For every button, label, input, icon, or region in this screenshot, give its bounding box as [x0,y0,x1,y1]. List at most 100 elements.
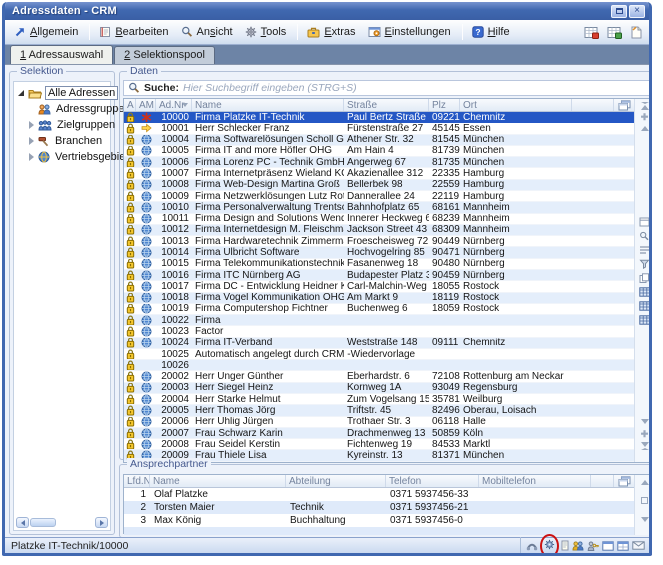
band-icon[interactable] [635,245,652,255]
column-chooser-icon[interactable] [618,476,631,487]
tree-item-alle-adressen[interactable]: Alle Adressen [15,85,109,101]
address-row-10016[interactable]: 10016Firma ITC Nürnberg AGBudapester Pla… [124,270,634,281]
header-col-adnr[interactable]: Ad.Nr [156,99,192,111]
find-icon[interactable] [635,231,652,241]
address-row-10012[interactable]: 10012Firma Internetdesign M. Fleischmann… [124,225,634,236]
contacts-header-column-chooser[interactable] [614,475,634,487]
address-row-20003[interactable]: 20003Herr Siegel HeinzKornweg 1A93049Reg… [124,383,634,394]
grid-view-icon[interactable] [635,315,652,325]
expand-icon[interactable] [27,121,35,129]
titlebar[interactable]: Adressdaten - CRM × [5,2,649,20]
column-chooser-icon[interactable] [618,100,631,111]
key-user-icon[interactable] [587,541,599,551]
notes-icon[interactable] [561,540,569,551]
contact-row-empty[interactable] [124,527,634,535]
scroll-marker-icon[interactable]: ✚ [635,113,652,121]
users-icon[interactable] [572,541,584,551]
grid-view-icon[interactable] [635,301,652,311]
address-row-20006[interactable]: 20006Herr Uhlig JürgenTrothaer Str. 3061… [124,417,634,428]
address-row-20008[interactable]: 20008Frau Seidel KerstinFichtenweg 19845… [124,439,634,450]
filter-icon[interactable] [635,259,652,269]
address-row-20002[interactable]: 20002Herr Unger GüntherEberhardstr. 6721… [124,371,634,382]
scroll-left-button[interactable] [16,517,29,528]
address-row-10006[interactable]: 10006Firma Lorenz PC - Technik GmbHAnger… [124,157,634,168]
header-col-a[interactable]: A [124,99,136,111]
tree-horizontal-scrollbar[interactable] [16,517,108,528]
header-col-name[interactable]: Name [192,99,344,111]
scroll-down-button[interactable] [635,419,652,424]
tree-item-vertriebsgebiete[interactable]: Vertriebsgebiete [15,149,109,165]
phone-icon[interactable] [526,540,538,551]
address-row-10025[interactable]: 10025Automatisch angelegt durch CRM -Wie… [124,349,634,360]
menu-allgemein[interactable]: Allgemein [9,23,85,41]
address-row-10013[interactable]: 10013Firma Hardwaretechnik Zimmerman OHG… [124,236,634,247]
scroll-marker2-icon[interactable]: ✚ [635,430,652,438]
table-export-icon[interactable] [606,25,623,40]
scroll-up-button[interactable] [635,126,652,131]
contacts-header-col-abteilung[interactable]: Abteilung [286,475,386,487]
band-icon[interactable] [639,245,650,255]
scroll-bottom-button[interactable] [635,442,652,450]
address-row-10011[interactable]: 10011Firma Design and Solutions Wendt Gm… [124,214,634,225]
expand-icon[interactable] [27,153,35,161]
window-grid-icon[interactable] [617,541,629,551]
address-row-20005[interactable]: 20005Herr Thomas JörgTriftstr. 4582496Ob… [124,405,634,416]
grid-view-icon[interactable] [639,315,651,325]
tab-selektionspool[interactable]: 2 Selektionspool [114,46,215,64]
header-col-plz[interactable]: Plz [429,99,460,111]
contacts-header-col-filler[interactable] [591,475,614,487]
tree-item-zielgruppen[interactable]: Zielgruppen [15,117,109,133]
menu-hilfe[interactable]: ?Hilfe [467,23,517,41]
address-row-10018[interactable]: 10018Firma Vogel Kommunikation OHGAm Mar… [124,293,634,304]
table-import-icon[interactable] [583,25,600,40]
header-column-chooser[interactable] [614,99,634,111]
close-button[interactable]: × [629,5,645,18]
address-row-20004[interactable]: 20004Herr Starke HelmutZum Vogelsang 153… [124,394,634,405]
contact-row-3[interactable]: 3Max KönigBuchhaltung0371 5937456-0 [124,514,634,527]
search-bar[interactable]: Suche: Hier Suchbegriff eingeben (STRG+S… [123,80,652,96]
tree-item-branchen[interactable]: Branchen [15,133,109,149]
address-row-10024[interactable]: 10024Firma IT-VerbandWeststraße 14809111… [124,338,634,349]
address-row-10017[interactable]: 10017Firma DC - Entwicklung Heidner KGCa… [124,281,634,292]
expand-icon[interactable] [27,137,35,145]
address-row-10009[interactable]: 10009Firma Netzwerklösungen Lutz RothDan… [124,191,634,202]
search-input-placeholder[interactable]: Hier Suchbegriff eingeben (STRG+S) [183,82,357,94]
filter-icon[interactable] [639,259,650,269]
copy-icon[interactable] [639,273,650,283]
address-row-10026[interactable]: 10026 [124,360,634,371]
mail-icon[interactable] [632,541,645,550]
grid-view-icon[interactable] [635,287,652,297]
scroll-thumb[interactable] [30,518,56,527]
address-row-10019[interactable]: 10019Firma Computershop FichtnerBuchenwe… [124,304,634,315]
address-row-10004[interactable]: 10004Firma Softwarelösungen Scholl GmbHA… [124,135,634,146]
tab-adressauswahl[interactable]: 1 Adressauswahl [10,45,113,64]
tree-item-adressgruppen[interactable]: Adressgruppen [15,101,109,117]
menu-ansicht[interactable]: Ansicht [176,23,240,41]
menu-einstellungen[interactable]: Einstellungen [363,23,458,41]
header-col-strasse[interactable]: Straße [344,99,429,111]
grid-view-icon[interactable] [639,287,651,297]
collapse-icon[interactable] [17,90,25,96]
contact-row-1[interactable]: 1Olaf Platzke0371 5937456-33 [124,488,634,501]
menu-bearbeiten[interactable]: Bearbeiten [94,23,175,41]
address-row-10023[interactable]: 10023Factor [124,326,634,337]
contacts-scroll-down-button[interactable] [635,517,652,522]
copy-icon[interactable] [635,273,652,283]
menu-tools[interactable]: Tools [240,23,294,41]
address-row-10014[interactable]: 10014Firma Ulbricht SoftwareHochvogelrin… [124,247,634,258]
address-row-10007[interactable]: 10007Firma Internetpräsenz Wieland KGAka… [124,168,634,179]
contacts-header-col-name[interactable]: Name [150,475,286,487]
address-row-20007[interactable]: 20007Frau Schwarz KarinDrachmenweg 13508… [124,428,634,439]
card-view-icon[interactable] [639,217,650,227]
contacts-header-col-mobiltelefon[interactable]: Mobiltelefon [479,475,591,487]
address-row-10005[interactable]: 10005Firma IT and more Höfler OHGAm Hain… [124,146,634,157]
menu-extras[interactable]: Extras [302,23,362,41]
address-row-10000[interactable]: 10000Firma Platzke IT-TechnikPaul Bertz … [124,112,634,123]
contacts-header-col-telefon[interactable]: Telefon [386,475,479,487]
address-row-10001[interactable]: 10001Herr Schlecker FranzFürstenstraße 2… [124,123,634,134]
window-icon[interactable] [602,541,614,551]
header-col-ort[interactable]: Ort [460,99,572,111]
grid-view-icon[interactable] [639,301,651,311]
find-icon[interactable] [639,231,650,241]
contacts-scroll-thumb[interactable] [635,497,652,504]
